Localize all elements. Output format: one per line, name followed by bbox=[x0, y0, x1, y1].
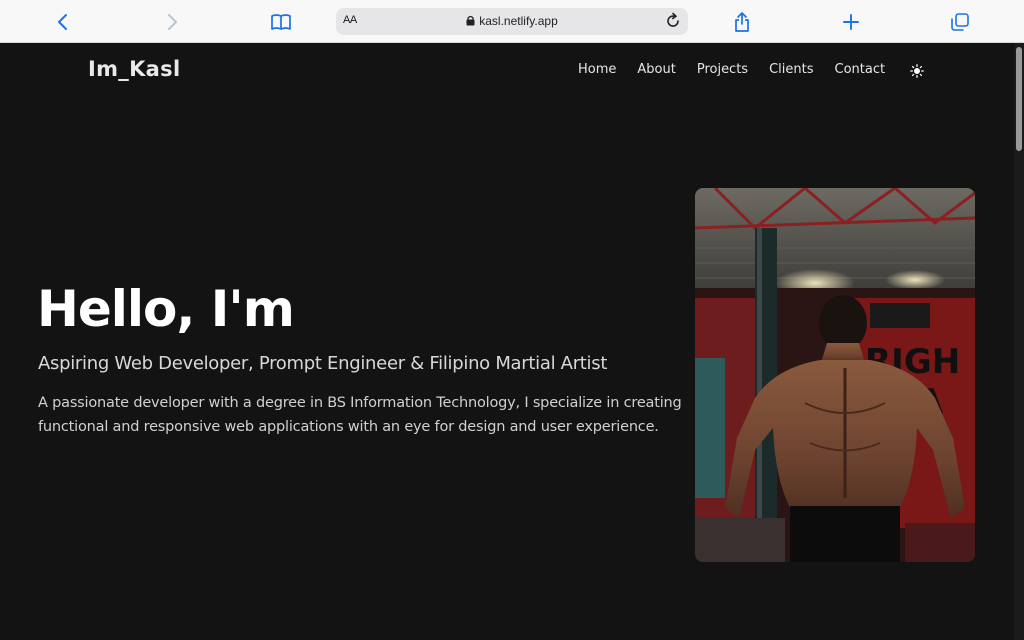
hero-title: Hello, I'm bbox=[37, 280, 295, 338]
reload-icon[interactable] bbox=[664, 12, 682, 30]
site-logo[interactable]: Im_Kasl bbox=[88, 57, 180, 81]
forward-icon[interactable] bbox=[159, 9, 185, 35]
web-page: Im_Kasl Home About Projects Clients Cont… bbox=[0, 43, 1014, 640]
sun-icon bbox=[910, 64, 924, 78]
page-scrollbar[interactable] bbox=[1014, 43, 1024, 640]
scrollbar-thumb[interactable] bbox=[1016, 47, 1022, 151]
back-icon[interactable] bbox=[50, 9, 76, 35]
new-tab-icon[interactable] bbox=[838, 9, 864, 35]
browser-toolbar: AA kasl.netlify.app bbox=[0, 0, 1024, 43]
theme-toggle-button[interactable] bbox=[909, 63, 925, 79]
nav-clients[interactable]: Clients bbox=[769, 62, 813, 77]
share-icon[interactable] bbox=[729, 9, 755, 35]
hero-description: A passionate developer with a degree in … bbox=[38, 395, 682, 435]
hero-subtitle: Aspiring Web Developer, Prompt Engineer … bbox=[38, 353, 608, 374]
url-text: kasl.netlify.app bbox=[479, 14, 558, 28]
bookmarks-icon[interactable] bbox=[268, 9, 294, 35]
profile-photo: RIGH THA bbox=[695, 188, 975, 562]
address-bar[interactable]: AA kasl.netlify.app bbox=[336, 8, 688, 35]
main-nav: Home About Projects Clients Contact bbox=[578, 62, 906, 77]
lock-icon bbox=[466, 15, 475, 26]
nav-home[interactable]: Home bbox=[578, 62, 616, 77]
tabs-overview-icon[interactable] bbox=[947, 9, 973, 35]
nav-contact[interactable]: Contact bbox=[835, 62, 886, 77]
nav-about[interactable]: About bbox=[637, 62, 675, 77]
nav-projects[interactable]: Projects bbox=[697, 62, 748, 77]
